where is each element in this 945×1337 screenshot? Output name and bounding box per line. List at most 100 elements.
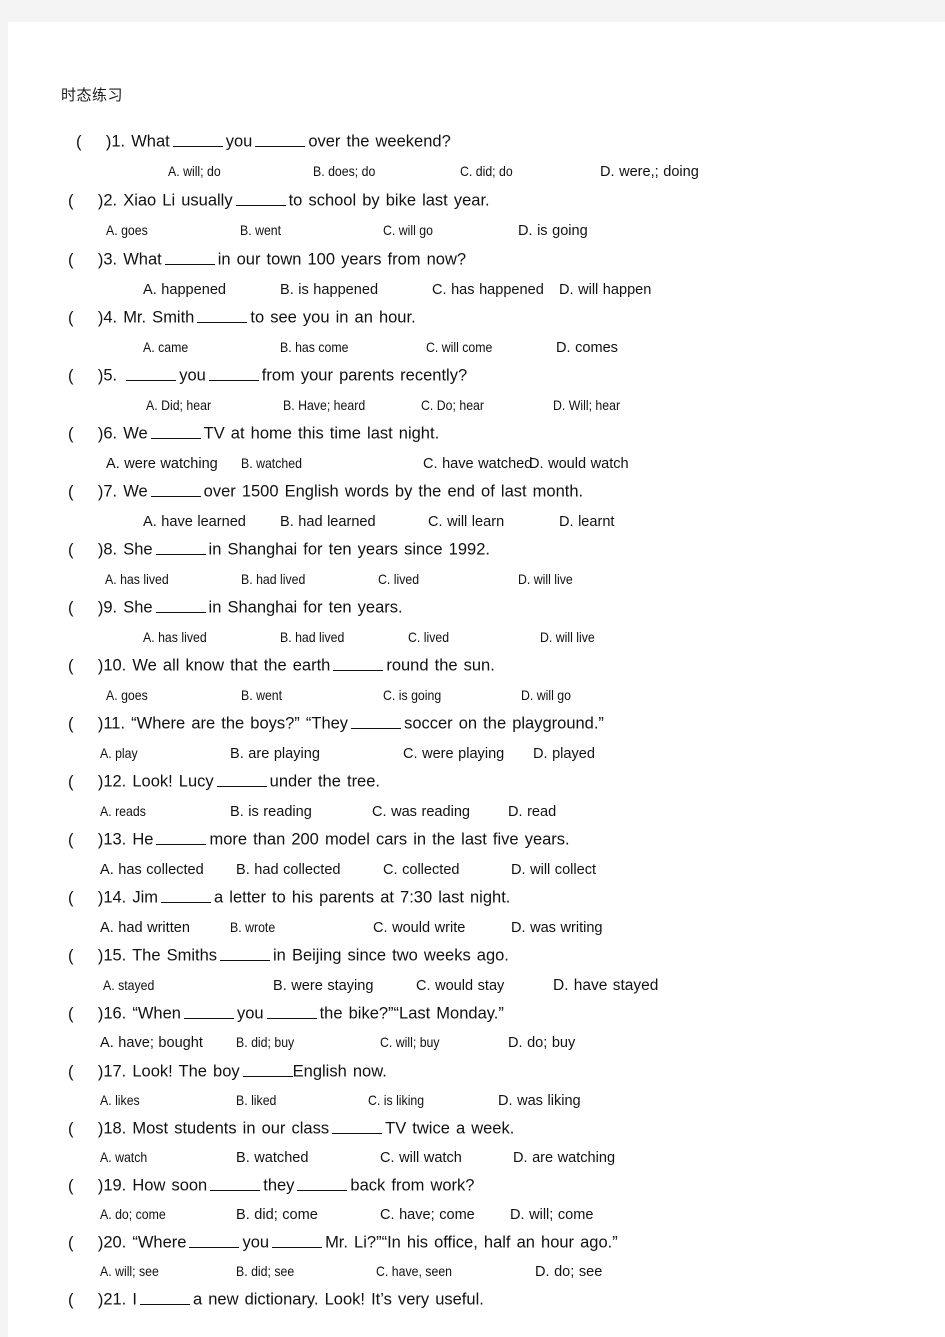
option-6-b[interactable]: B. watched	[241, 455, 302, 471]
option-3-b[interactable]: B. is happened	[280, 281, 378, 298]
option-2-a[interactable]: A. goes	[106, 222, 148, 238]
option-17-d[interactable]: D. was liking	[498, 1092, 581, 1109]
option-15-d[interactable]: D. have stayed	[553, 977, 658, 995]
option-13-a[interactable]: A. has collected	[100, 861, 204, 878]
option-4-b[interactable]: B. has come	[280, 339, 348, 355]
option-7-d[interactable]: D. learnt	[559, 513, 614, 530]
option-19-c[interactable]: C. have; come	[380, 1206, 475, 1223]
option-13-d[interactable]: D. will collect	[511, 861, 596, 878]
answer-bracket-3[interactable]: ( )	[68, 251, 103, 269]
answer-bracket-11[interactable]: ( )	[68, 715, 103, 733]
answer-bracket-8[interactable]: ( )	[68, 541, 103, 559]
option-6-d[interactable]: D. would watch	[529, 455, 629, 472]
answer-bracket-17[interactable]: ( )	[68, 1063, 103, 1081]
option-10-c[interactable]: C. is going	[383, 687, 441, 703]
option-13-b[interactable]: B. had collected	[236, 861, 341, 878]
option-9-a[interactable]: A. has lived	[143, 629, 207, 645]
option-1-a[interactable]: A. will; do	[168, 163, 221, 179]
option-10-a[interactable]: A. goes	[106, 687, 148, 703]
option-5-d[interactable]: D. Will; hear	[553, 397, 620, 413]
option-20-a[interactable]: A. will; see	[100, 1263, 159, 1279]
option-20-c[interactable]: C. have, seen	[376, 1263, 452, 1279]
option-3-a[interactable]: A. happened	[143, 281, 226, 298]
option-12-d[interactable]: D. read	[508, 803, 556, 820]
answer-bracket-1[interactable]: ( )	[76, 133, 111, 151]
option-12-b[interactable]: B. is reading	[230, 803, 312, 820]
option-16-b[interactable]: B. did; buy	[236, 1034, 294, 1050]
option-4-c[interactable]: C. will come	[426, 339, 492, 355]
option-8-c[interactable]: C. lived	[378, 571, 419, 587]
option-17-c[interactable]: C. is liking	[368, 1092, 424, 1108]
option-2-b[interactable]: B. went	[240, 222, 281, 238]
answer-bracket-20[interactable]: ( )	[68, 1234, 103, 1252]
option-6-c[interactable]: C. have watched	[423, 455, 532, 472]
option-18-a[interactable]: A. watch	[100, 1149, 147, 1165]
option-18-d[interactable]: D. are watching	[513, 1149, 615, 1166]
option-3-c[interactable]: C. has happened	[432, 281, 544, 298]
option-5-c[interactable]: C. Do; hear	[421, 397, 484, 413]
option-7-b[interactable]: B. had learned	[280, 513, 376, 530]
answer-bracket-12[interactable]: ( )	[68, 773, 103, 791]
option-4-a[interactable]: A. came	[143, 339, 188, 355]
option-18-b[interactable]: B. watched	[236, 1149, 308, 1166]
option-15-b[interactable]: B. were staying	[273, 977, 373, 994]
answer-bracket-7[interactable]: ( )	[68, 483, 103, 501]
option-10-b[interactable]: B. went	[241, 687, 282, 703]
option-20-d[interactable]: D. do; see	[535, 1263, 602, 1280]
answer-bracket-10[interactable]: ( )	[68, 657, 103, 675]
answer-bracket-16[interactable]: ( )	[68, 1005, 103, 1023]
answer-bracket-4[interactable]: ( )	[68, 309, 103, 327]
option-2-d[interactable]: D. is going	[518, 222, 588, 239]
option-11-d[interactable]: D. played	[533, 745, 595, 762]
option-15-a[interactable]: A. stayed	[103, 977, 154, 993]
answer-bracket-21[interactable]: ( )	[68, 1291, 103, 1309]
option-16-c[interactable]: C. will; buy	[380, 1034, 440, 1050]
option-14-c[interactable]: C. would write	[373, 919, 465, 936]
answer-bracket-13[interactable]: ( )	[68, 831, 103, 849]
option-6-a[interactable]: A. were watching	[106, 455, 218, 472]
option-11-a[interactable]: A. play	[100, 745, 138, 761]
option-5-b[interactable]: B. Have; heard	[283, 397, 365, 413]
option-11-c[interactable]: C. were playing	[403, 745, 504, 762]
option-1-b[interactable]: B. does; do	[313, 163, 375, 179]
option-19-d[interactable]: D. will; come	[510, 1206, 593, 1223]
option-4-d[interactable]: D. comes	[556, 339, 618, 356]
option-16-d[interactable]: D. do; buy	[508, 1034, 575, 1051]
answer-bracket-18[interactable]: ( )	[68, 1120, 103, 1138]
option-8-b[interactable]: B. had lived	[241, 571, 305, 587]
answer-bracket-9[interactable]: ( )	[68, 599, 103, 617]
option-15-c[interactable]: C. would stay	[416, 977, 504, 994]
option-8-a[interactable]: A. has lived	[105, 571, 169, 587]
option-13-c[interactable]: C. collected	[383, 861, 460, 878]
answer-bracket-2[interactable]: ( )	[68, 192, 103, 210]
option-10-d[interactable]: D. will go	[521, 687, 571, 703]
option-14-d[interactable]: D. was writing	[511, 919, 603, 936]
answer-bracket-5[interactable]: ( )	[68, 367, 103, 385]
option-12-a[interactable]: A. reads	[100, 803, 146, 819]
option-14-b[interactable]: B. wrote	[230, 919, 275, 935]
option-14-a[interactable]: A. had written	[100, 919, 190, 936]
option-5-a[interactable]: A. Did; hear	[146, 397, 211, 413]
option-19-b[interactable]: B. did; come	[236, 1206, 318, 1223]
option-11-b[interactable]: B. are playing	[230, 745, 320, 762]
option-19-a[interactable]: A. do; come	[100, 1206, 166, 1222]
option-3-d[interactable]: D. will happen	[559, 281, 651, 298]
option-12-c[interactable]: C. was reading	[372, 803, 470, 820]
option-8-d[interactable]: D. will live	[518, 571, 573, 587]
option-9-c[interactable]: C. lived	[408, 629, 449, 645]
answer-bracket-6[interactable]: ( )	[68, 425, 103, 443]
option-17-b[interactable]: B. liked	[236, 1092, 276, 1108]
answer-bracket-15[interactable]: ( )	[68, 947, 103, 965]
option-7-a[interactable]: A. have learned	[143, 513, 246, 530]
answer-bracket-14[interactable]: ( )	[68, 889, 103, 907]
option-18-c[interactable]: C. will watch	[380, 1149, 462, 1166]
option-7-c[interactable]: C. will learn	[428, 513, 504, 530]
option-9-d[interactable]: D. will live	[540, 629, 595, 645]
option-17-a[interactable]: A. likes	[100, 1092, 140, 1108]
option-1-d[interactable]: D. were,; doing	[600, 163, 699, 180]
answer-bracket-19[interactable]: ( )	[68, 1177, 103, 1195]
option-16-a[interactable]: A. have; bought	[100, 1034, 203, 1051]
option-20-b[interactable]: B. did; see	[236, 1263, 294, 1279]
option-9-b[interactable]: B. had lived	[280, 629, 344, 645]
option-2-c[interactable]: C. will go	[383, 222, 433, 238]
